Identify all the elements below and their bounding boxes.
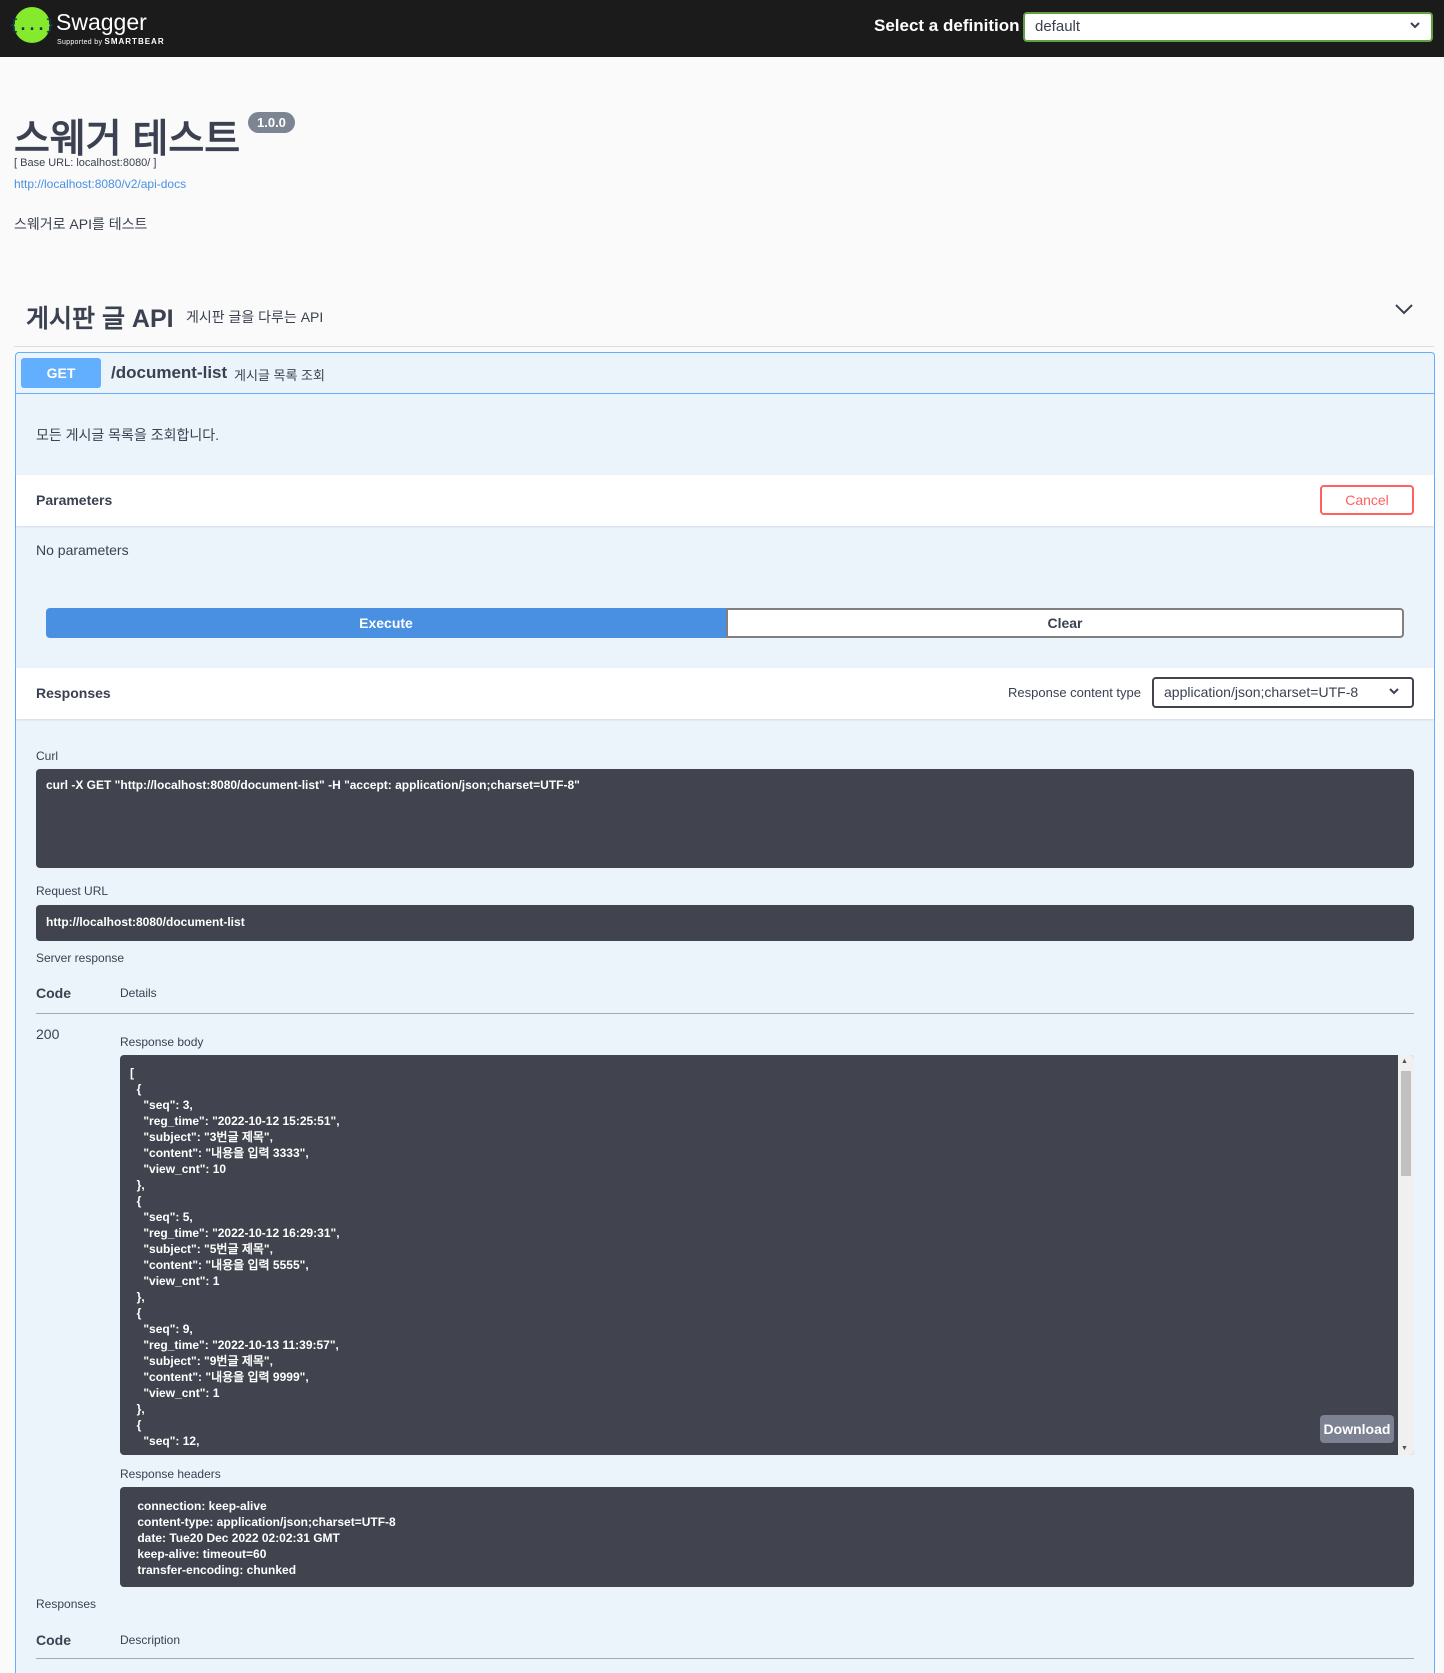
response-content-type-value: application/json;charset=UTF-8 <box>1164 684 1359 700</box>
response-code: 200 <box>36 1026 60 1042</box>
operation-description: 모든 게시글 목록을 조회합니다. <box>36 427 219 443</box>
tag-description: 게시판 글을 다루는 API <box>186 309 324 325</box>
tag-section-header[interactable]: 게시판 글 API 게시판 글을 다루는 API <box>14 287 1434 347</box>
responses-footer-label: Responses <box>36 1597 97 1611</box>
parameters-header: Parameters Cancel <box>16 475 1434 526</box>
request-url-box[interactable]: http://localhost:8080/document-list <box>36 905 1414 941</box>
responses-header: Responses Response content type applicat… <box>16 668 1434 719</box>
swagger-logo-icon[interactable]: {...} <box>9 7 55 43</box>
tag-name: 게시판 글 API <box>26 305 174 333</box>
curl-label: Curl <box>36 749 59 763</box>
base-url: [ Base URL: localhost:8080/ ] <box>14 157 157 169</box>
scroll-thumb[interactable] <box>1401 1071 1411 1176</box>
response-headers-label: Response headers <box>120 1467 221 1481</box>
brand-subtitle: Supported by SMARTBEAR <box>57 37 165 46</box>
cancel-button[interactable]: Cancel <box>1320 485 1414 515</box>
server-response-label: Server response <box>36 951 125 965</box>
code-column-header: Code <box>36 985 71 1001</box>
download-button[interactable]: Download <box>1320 1415 1394 1443</box>
divider <box>36 1013 1414 1014</box>
details-column-header: Details <box>120 986 157 1000</box>
scroll-up-arrow-icon[interactable]: ▲ <box>1401 1058 1408 1065</box>
response-headers: connection: keep-alive content-type: app… <box>137 1499 396 1577</box>
parameters-title: Parameters <box>36 492 113 508</box>
page-title: 스웨거 테스트 <box>14 118 241 161</box>
api-docs-link[interactable]: http://localhost:8080/v2/api-docs <box>14 177 186 191</box>
definition-value: default <box>1035 18 1081 35</box>
clear-button[interactable]: Clear <box>726 608 1404 638</box>
chevron-down-icon <box>1388 684 1400 700</box>
response-body-scrollbar[interactable]: ▲ ▼ <box>1398 1055 1414 1455</box>
scroll-down-arrow-icon[interactable]: ▼ <box>1401 1445 1408 1452</box>
operation-summary-text: 게시글 목록 조회 <box>234 368 325 383</box>
footer-code-column-header: Code <box>36 1632 71 1648</box>
collapse-chevron-icon[interactable] <box>1394 299 1414 319</box>
request-url: http://localhost:8080/document-list <box>46 915 245 929</box>
version-badge: 1.0.0 <box>248 112 295 133</box>
response-body-label: Response body <box>120 1035 204 1049</box>
definition-select[interactable]: default <box>1023 12 1433 42</box>
curl-command-box[interactable]: curl -X GET "http://localhost:8080/docum… <box>36 769 1414 868</box>
operation-path: /document-list <box>111 363 228 382</box>
http-method-badge: GET <box>21 358 101 388</box>
divider <box>36 1658 1414 1659</box>
response-body: [ { "seq": 3, "reg_time": "2022-10-12 15… <box>130 1066 340 1448</box>
execute-button-group: Execute Clear <box>46 608 1404 638</box>
response-content-type-select[interactable]: application/json;charset=UTF-8 <box>1152 677 1414 708</box>
response-headers-box[interactable]: connection: keep-alive content-type: app… <box>120 1487 1414 1587</box>
operation-block: GET /document-list 게시글 목록 조회 모든 게시글 목록을 … <box>15 352 1435 1673</box>
response-body-box[interactable]: [ { "seq": 3, "reg_time": "2022-10-12 15… <box>120 1055 1414 1455</box>
chevron-down-icon <box>1409 18 1421 34</box>
response-content-type-label: Response content type <box>1008 685 1141 700</box>
brand-sub-name: SMARTBEAR <box>104 37 165 46</box>
execute-button[interactable]: Execute <box>46 608 726 638</box>
responses-title: Responses <box>36 685 111 701</box>
operation-summary[interactable]: GET /document-list 게시글 목록 조회 <box>16 353 1434 394</box>
topbar: {...} Swagger Supported by SMARTBEAR Sel… <box>0 0 1444 57</box>
curl-command: curl -X GET "http://localhost:8080/docum… <box>46 778 580 792</box>
brand-name[interactable]: Swagger <box>56 9 147 36</box>
definition-label: Select a definition <box>874 16 1020 35</box>
request-url-label: Request URL <box>36 884 109 898</box>
footer-description-column-header: Description <box>120 1633 181 1647</box>
api-description: 스웨거로 API를 테스트 <box>14 216 148 232</box>
brand-sub-prefix: Supported by <box>57 39 103 46</box>
no-parameters-text: No parameters <box>36 542 129 558</box>
